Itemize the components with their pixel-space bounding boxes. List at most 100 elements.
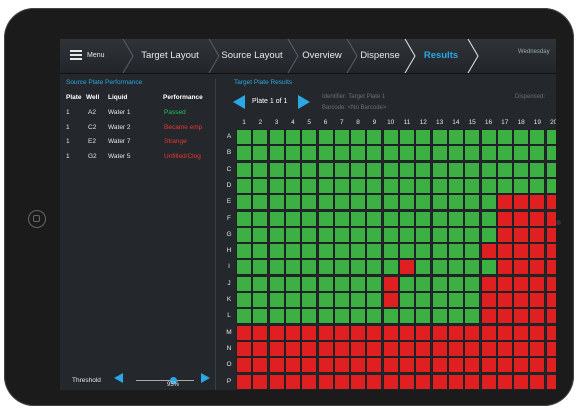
well-D5[interactable] [301, 177, 318, 194]
well-G6[interactable] [317, 226, 334, 243]
well-E10[interactable] [382, 194, 399, 211]
well-H14[interactable] [447, 243, 464, 260]
well-P17[interactable] [496, 373, 513, 390]
well-K6[interactable] [317, 292, 334, 308]
well-C18[interactable] [513, 161, 530, 178]
nav-tab-results[interactable]: Results [413, 39, 469, 73]
well-J19[interactable] [529, 275, 546, 292]
well-K11[interactable] [399, 292, 415, 308]
well-I3[interactable] [268, 259, 285, 276]
well-G15[interactable] [464, 226, 481, 243]
well-I6[interactable] [317, 259, 334, 276]
well-G3[interactable] [268, 226, 285, 243]
well-B10[interactable] [382, 145, 399, 162]
well-F10[interactable] [382, 210, 399, 227]
well-P3[interactable] [268, 373, 285, 390]
well-M10[interactable] [382, 324, 399, 341]
well-K13[interactable] [431, 292, 448, 308]
well-E5[interactable] [301, 194, 318, 211]
well-J12[interactable] [415, 275, 432, 292]
well-P16[interactable] [480, 373, 497, 390]
well-D6[interactable] [317, 177, 334, 194]
well-E4[interactable] [284, 194, 301, 211]
well-D11[interactable] [399, 177, 415, 194]
well-M18[interactable] [513, 324, 530, 341]
well-J2[interactable] [252, 275, 269, 292]
well-I5[interactable] [301, 259, 318, 276]
well-G14[interactable] [447, 226, 464, 243]
well-L3[interactable] [268, 308, 285, 325]
well-L10[interactable] [382, 308, 399, 325]
well-N11[interactable] [399, 340, 415, 357]
well-N4[interactable] [284, 340, 301, 357]
threshold-slider[interactable] [136, 380, 194, 381]
well-M8[interactable] [350, 324, 367, 341]
well-O18[interactable] [513, 357, 530, 374]
well-O9[interactable] [366, 357, 383, 374]
well-F6[interactable] [317, 210, 334, 227]
well-O7[interactable] [333, 357, 350, 374]
well-D18[interactable] [513, 177, 530, 194]
well-N9[interactable] [366, 340, 383, 357]
well-M14[interactable] [447, 324, 464, 341]
well-K3[interactable] [268, 292, 285, 308]
well-P4[interactable] [284, 373, 301, 390]
well-G4[interactable] [284, 226, 301, 243]
well-E12[interactable] [415, 194, 432, 211]
well-L8[interactable] [350, 308, 367, 325]
well-M2[interactable] [252, 324, 269, 341]
well-L6[interactable] [317, 308, 334, 325]
well-O20[interactable] [545, 357, 556, 374]
well-D19[interactable] [529, 177, 546, 194]
home-button[interactable] [28, 210, 46, 228]
well-H15[interactable] [464, 243, 481, 260]
well-G13[interactable] [431, 226, 448, 243]
well-B6[interactable] [317, 145, 334, 162]
well-B9[interactable] [366, 145, 383, 162]
well-B20[interactable] [545, 145, 556, 162]
well-O13[interactable] [431, 357, 448, 374]
well-G16[interactable] [480, 226, 497, 243]
well-P8[interactable] [350, 373, 367, 390]
well-M9[interactable] [366, 324, 383, 341]
well-N10[interactable] [382, 340, 399, 357]
well-F20[interactable] [545, 210, 556, 227]
well-G1[interactable] [236, 226, 252, 243]
well-A2[interactable] [252, 129, 269, 145]
well-I12[interactable] [415, 259, 432, 276]
well-M15[interactable] [464, 324, 481, 341]
nav-tab-target-layout[interactable]: Target Layout [132, 39, 208, 73]
well-E18[interactable] [513, 194, 530, 211]
well-K10[interactable] [382, 292, 399, 308]
well-A6[interactable] [317, 129, 334, 145]
well-J11[interactable] [399, 275, 415, 292]
well-D2[interactable] [252, 177, 269, 194]
well-F17[interactable] [496, 210, 513, 227]
well-P11[interactable] [399, 373, 415, 390]
well-D4[interactable] [284, 177, 301, 194]
well-I20[interactable] [545, 259, 556, 276]
well-N14[interactable] [447, 340, 464, 357]
well-N15[interactable] [464, 340, 481, 357]
well-B17[interactable] [496, 145, 513, 162]
well-O19[interactable] [529, 357, 546, 374]
well-O6[interactable] [317, 357, 334, 374]
well-I9[interactable] [366, 259, 383, 276]
well-O15[interactable] [464, 357, 481, 374]
well-J17[interactable] [496, 275, 513, 292]
well-B11[interactable] [399, 145, 415, 162]
well-K5[interactable] [301, 292, 318, 308]
well-D10[interactable] [382, 177, 399, 194]
well-A14[interactable] [447, 129, 464, 145]
threshold-increase-icon[interactable] [201, 373, 210, 383]
well-A11[interactable] [399, 129, 415, 145]
well-L11[interactable] [399, 308, 415, 325]
well-E1[interactable] [236, 194, 252, 211]
well-E17[interactable] [496, 194, 513, 211]
well-F5[interactable] [301, 210, 318, 227]
well-A8[interactable] [350, 129, 367, 145]
well-E13[interactable] [431, 194, 448, 211]
threshold-decrease-icon[interactable] [114, 373, 123, 383]
well-F18[interactable] [513, 210, 530, 227]
well-L9[interactable] [366, 308, 383, 325]
